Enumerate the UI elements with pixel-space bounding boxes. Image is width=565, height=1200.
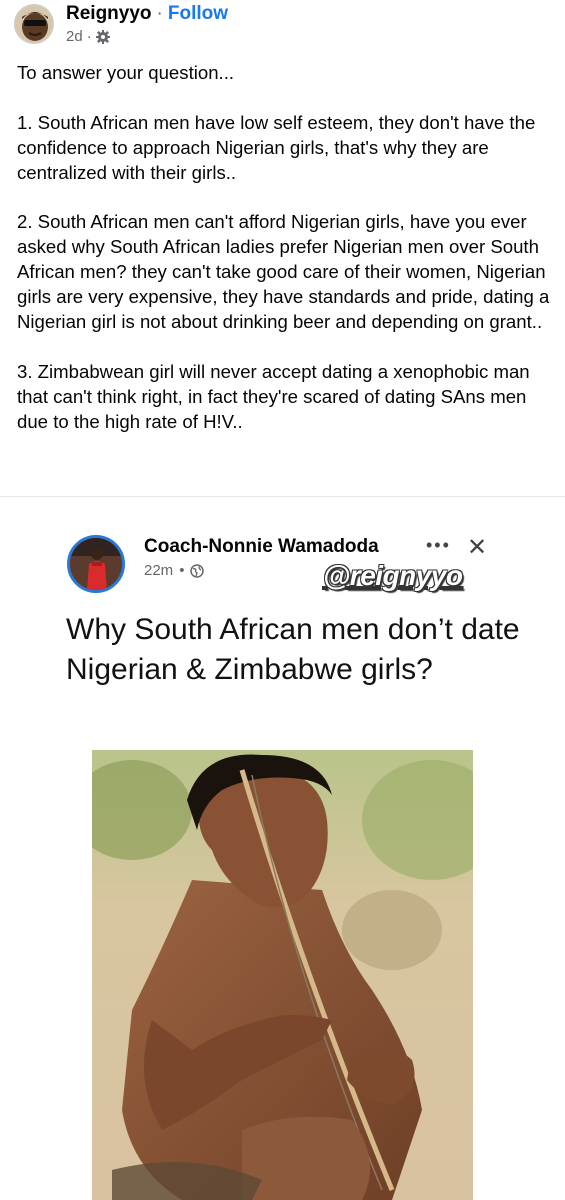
more-options-icon: ••• [426, 535, 451, 555]
follow-button[interactable]: Follow [168, 3, 228, 25]
time-separator: · [86, 28, 92, 45]
shared-author-name: Coach-Nonnie Wamadoda [144, 536, 379, 557]
shared-post-image[interactable]: Coach-Nonnie Wamadoda 22m • ••• ✕ @reign… [14, 505, 551, 1200]
post-paragraph: 2. South African men can't afford Nigeri… [17, 211, 550, 333]
post-time[interactable]: 2d [66, 28, 83, 45]
post-paragraph: 1. South African men have low self estee… [17, 111, 536, 183]
divider [0, 496, 565, 497]
shared-post-meta: 22m • [144, 562, 205, 579]
shared-post-title: Why South African men don’t date Nigeria… [66, 613, 520, 686]
post-meta: Reignyyo · Follow 2d · [66, 3, 228, 45]
shared-post-time: 22m [144, 562, 174, 579]
shared-time-separator: • [179, 562, 185, 579]
author-name[interactable]: Reignyyo [66, 3, 152, 25]
post-photo [92, 750, 473, 1200]
close-icon: ✕ [467, 534, 488, 561]
post-paragraph: To answer your question... [17, 62, 235, 83]
post-body: To answer your question... 1. South Afri… [17, 61, 553, 435]
post-header: Reignyyo · Follow 2d · [14, 3, 228, 50]
watermark-text: @reignyyo [323, 560, 463, 591]
shared-author-avatar [67, 535, 125, 593]
globe-icon [190, 563, 205, 578]
name-separator: · [156, 3, 163, 24]
gear-icon [95, 29, 110, 44]
post-paragraph: 3. Zimbabwean girl will never accept dat… [17, 360, 530, 432]
author-avatar[interactable] [14, 4, 54, 44]
